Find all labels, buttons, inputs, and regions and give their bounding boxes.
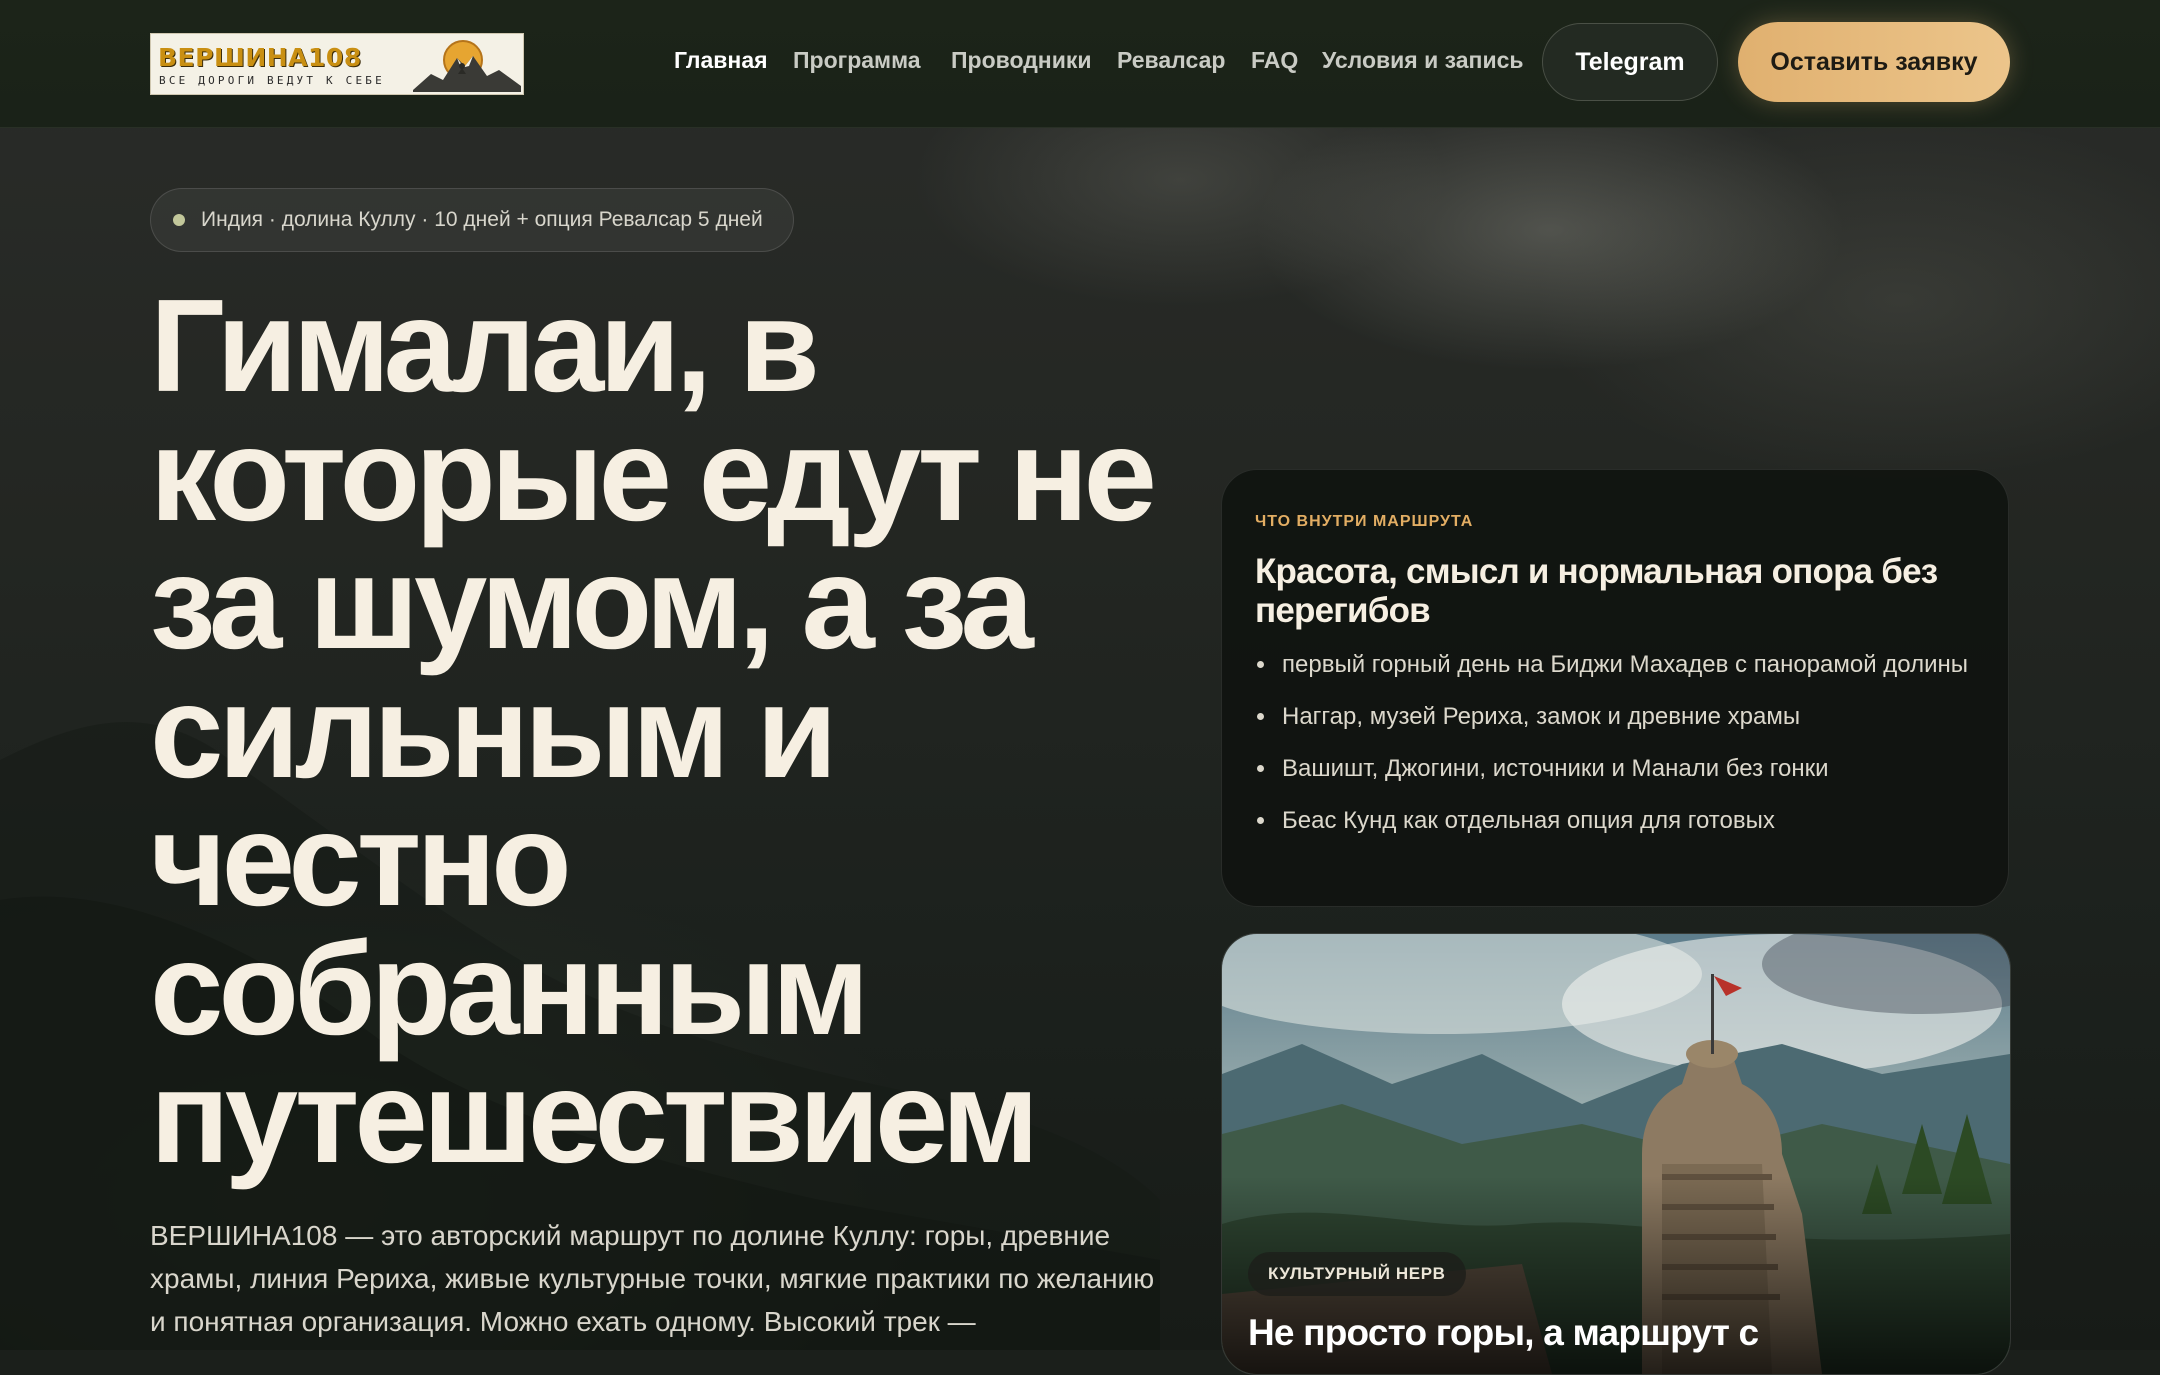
list-item-text: Вашишт, Джогини, источники и Манали без … [1282, 755, 1829, 782]
route-highlights-card: ЧТО ВНУТРИ МАРШРУТА Красота, смысл и нор… [1221, 469, 2009, 907]
list-item: первый горный день на Биджи Махадев с па… [1255, 646, 1975, 683]
nav-link-rewalsar[interactable]: Ревалсар [1117, 47, 1225, 74]
list-item: Беас Кунд как отдельная опция для готовы… [1255, 802, 1975, 839]
list-item-text: Беас Кунд как отдельная опция для готовы… [1282, 807, 1775, 834]
list-item-text: Наггар, музей Рериха, замок и древние хр… [1282, 703, 1801, 730]
location-chip: Индия · долина Куллу · 10 дней + опция Р… [150, 188, 794, 252]
photo-card-tag: КУЛЬТУРНЫЙ НЕРВ [1248, 1252, 1466, 1296]
bullet-icon [1257, 661, 1264, 668]
card-title: Красота, смысл и нормальная опора без пе… [1255, 552, 1938, 630]
route-highlights-list: первый горный день на Биджи Махадев с па… [1255, 646, 1975, 854]
nav-link-program[interactable]: Программа [793, 47, 921, 74]
bullet-icon [1257, 817, 1264, 824]
logo-title: ВЕРШИНА108 [158, 43, 362, 72]
nav-link-faq[interactable]: FAQ [1251, 47, 1298, 74]
list-item-text: первый горный день на Биджи Махадев с па… [1282, 651, 1969, 678]
location-chip-text: Индия · долина Куллу · 10 дней + опция Р… [201, 208, 763, 231]
culture-photo-card[interactable]: КУЛЬТУРНЫЙ НЕРВ Не просто горы, а маршру… [1221, 933, 2011, 1375]
bullet-icon [1257, 713, 1264, 720]
list-item: Наггар, музей Рериха, замок и древние хр… [1255, 698, 1975, 735]
card-kicker: ЧТО ВНУТРИ МАРШРУТА [1255, 513, 1474, 530]
nav-link-guides[interactable]: Проводники [951, 47, 1092, 74]
list-item: Вашишт, Джогини, источники и Манали без … [1255, 750, 1975, 787]
site-header: ВЕРШИНА108 ВСЕ ДОРОГИ ВЕДУТ К СЕБЕ Главн… [0, 0, 2160, 128]
nav-link-terms[interactable]: Условия и запись [1322, 47, 1524, 74]
logo-tagline: ВСЕ ДОРОГИ ВЕДУТ К СЕБЕ [159, 74, 385, 87]
temple-photo [1222, 934, 2010, 1374]
hero-description: ВЕРШИНА108 — это авторский маршрут по до… [150, 1220, 1155, 1337]
bullet-icon [1257, 765, 1264, 772]
telegram-button[interactable]: Telegram [1542, 23, 1718, 101]
hero-title: Гималаи, в которые едут не за шумом, а з… [150, 272, 1157, 1190]
mountain-sun-logo-icon [413, 36, 521, 92]
submit-application-button[interactable]: Оставить заявку [1738, 22, 2010, 102]
brand-logo[interactable]: ВЕРШИНА108 ВСЕ ДОРОГИ ВЕДУТ К СЕБЕ [150, 33, 524, 95]
status-dot-icon [173, 214, 185, 226]
nav-link-home[interactable]: Главная [674, 47, 768, 74]
photo-card-title: Не просто горы, а маршрут с [1248, 1312, 1759, 1353]
